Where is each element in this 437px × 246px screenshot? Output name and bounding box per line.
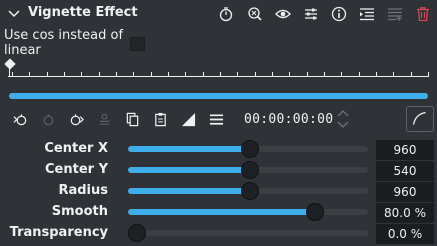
center-y-slider[interactable] (128, 161, 368, 179)
ruler-tick (64, 72, 65, 77)
smooth-slider-fill (128, 209, 320, 215)
center-x-slider-handle[interactable] (241, 140, 260, 158)
next-keyframe-icon[interactable] (68, 111, 84, 127)
ruler-tick (29, 72, 31, 77)
menu-icon[interactable] (208, 111, 224, 127)
transparency-value-field[interactable]: 0.0 % (376, 224, 434, 244)
radius-value-field[interactable]: 960 (376, 182, 434, 202)
ruler-tick (185, 72, 187, 77)
ruler-tick (410, 72, 412, 77)
center-y-label: Center Y (45, 162, 108, 177)
ruler-tick (428, 72, 429, 77)
info-icon[interactable] (330, 5, 348, 23)
center-x-value-field[interactable]: 960 (376, 140, 434, 160)
ruler-tick (12, 72, 13, 77)
center-x-slider[interactable] (128, 140, 368, 158)
radius-label: Radius (58, 183, 108, 198)
smooth-slider-handle[interactable] (305, 203, 324, 221)
ruler-tick (168, 72, 169, 77)
ruler-tick (272, 72, 273, 77)
cos-option-checkbox[interactable] (130, 37, 145, 51)
timecode-spin-icon[interactable] (336, 108, 350, 130)
center-y-value-field[interactable]: 540 (376, 161, 434, 181)
ruler-line (8, 76, 428, 77)
ruler-tick (81, 72, 83, 77)
smooth-slider[interactable] (128, 203, 368, 221)
smooth-value-field[interactable]: 80.0 % (376, 203, 434, 223)
previous-keyframe-icon[interactable] (12, 111, 28, 127)
curve-icon (412, 111, 426, 125)
remove-keyframe-icon (96, 111, 112, 127)
effect-header: Vignette Effect (0, 0, 437, 28)
save-preset-icon (386, 5, 404, 23)
effect-title: Vignette Effect (28, 5, 138, 20)
radius-slider-handle[interactable] (241, 182, 260, 200)
ruler-tick (358, 72, 360, 77)
interpolation-icon[interactable] (180, 111, 196, 127)
ruler-tick (46, 72, 48, 77)
paste-icon[interactable] (152, 111, 168, 127)
ruler-tick (150, 72, 152, 77)
ruler-tick (376, 72, 377, 77)
copy-icon[interactable] (124, 111, 140, 127)
radius-slider[interactable] (128, 182, 368, 200)
ruler-tick (133, 72, 135, 77)
center-x-label: Center X (44, 141, 108, 156)
ruler-tick (306, 72, 308, 77)
keyframe-marker[interactable] (4, 58, 16, 70)
delete-icon[interactable] (414, 5, 432, 23)
eye-icon[interactable] (274, 5, 292, 23)
transparency-label: Transparency (9, 225, 108, 240)
ruler-tick (202, 72, 204, 77)
ruler-tick (341, 72, 343, 77)
sliders-icon[interactable] (302, 5, 320, 23)
keyframe-ruler[interactable] (4, 58, 432, 84)
timer-icon[interactable] (217, 5, 235, 23)
transparency-slider[interactable] (128, 224, 368, 242)
transparency-slider-handle[interactable] (128, 224, 146, 242)
ruler-tick (254, 72, 256, 77)
center-y-slider-handle[interactable] (241, 161, 260, 179)
curve-editor-button[interactable] (406, 106, 434, 132)
add-keyframe-icon (40, 111, 56, 127)
ruler-tick (289, 72, 291, 77)
smooth-label: Smooth (51, 204, 108, 219)
center-y-slider-fill (128, 167, 251, 173)
ruler-tick (324, 72, 325, 77)
list-icon[interactable] (358, 5, 376, 23)
cos-option-label: Use cos instead of linear (4, 28, 124, 58)
ruler-tick (116, 72, 117, 77)
radius-slider-fill (128, 188, 251, 194)
ruler-tick (237, 72, 239, 77)
chevron-down-icon[interactable] (6, 5, 22, 21)
ruler-tick (98, 72, 100, 77)
timecode-display[interactable]: 00:00:00:00 (244, 112, 333, 127)
zoom-icon[interactable] (246, 5, 264, 23)
timeline-range-bar[interactable] (9, 93, 428, 99)
center-x-slider-fill (128, 146, 251, 152)
ruler-tick (220, 72, 221, 77)
ruler-tick (393, 72, 395, 77)
